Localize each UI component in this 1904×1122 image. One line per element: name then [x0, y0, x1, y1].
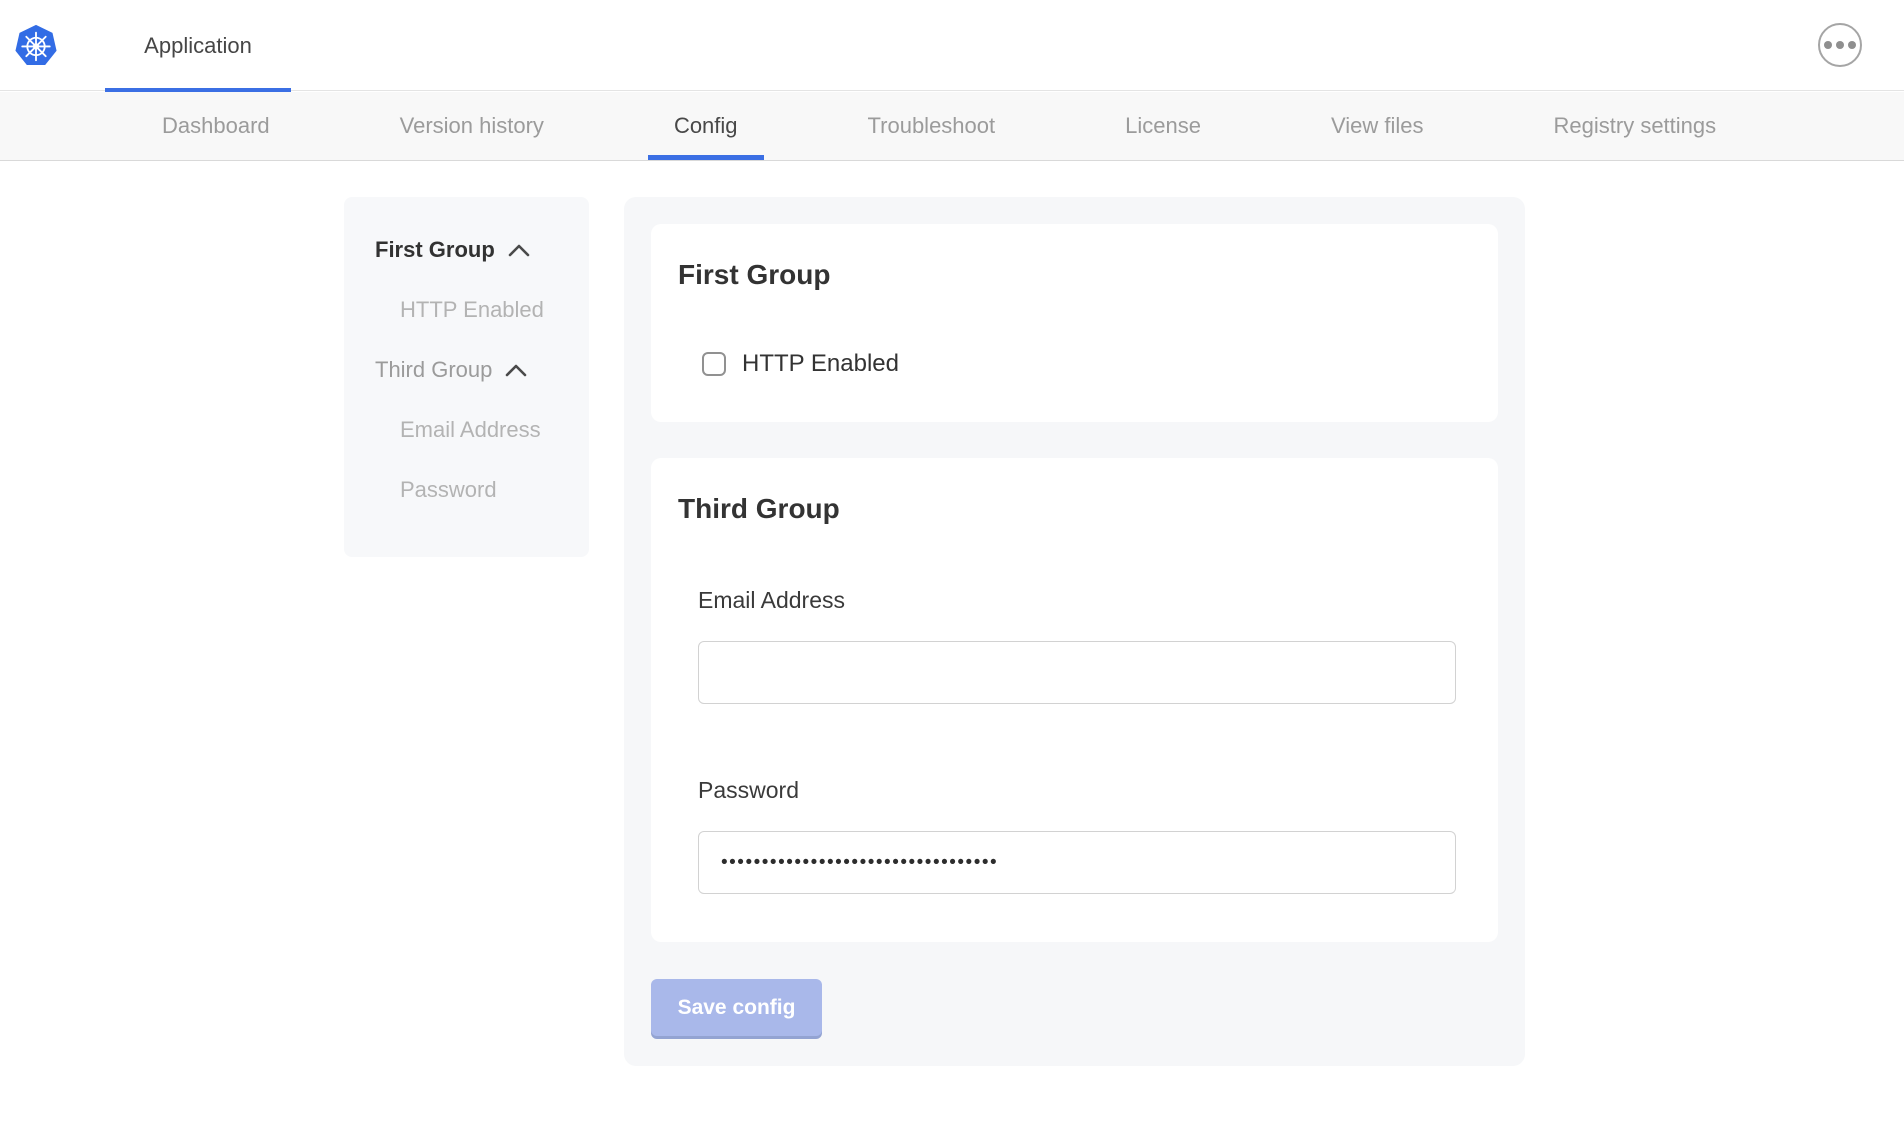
- password-input[interactable]: [698, 831, 1456, 894]
- password-label: Password: [698, 777, 1498, 803]
- config-nav-sidebar: First Group HTTP Enabled Third Group Ema…: [344, 197, 589, 557]
- config-nav-group-label: First Group: [375, 237, 495, 263]
- tab-registry-settings[interactable]: Registry settings: [1554, 92, 1717, 160]
- config-group-card-third: Third Group Email Address Password: [651, 458, 1498, 942]
- config-nav-item-http-enabled[interactable]: HTTP Enabled: [344, 280, 589, 340]
- http-enabled-row: HTTP Enabled: [702, 350, 1498, 378]
- config-group-card-first: First Group HTTP Enabled: [651, 224, 1498, 422]
- tab-view-files[interactable]: View files: [1331, 92, 1424, 160]
- config-nav-item-password[interactable]: Password: [344, 460, 589, 520]
- ellipsis-icon: [1824, 41, 1832, 49]
- overflow-menu-button[interactable]: [1818, 23, 1862, 67]
- ellipsis-icon: [1848, 41, 1856, 49]
- save-config-button[interactable]: Save config: [651, 979, 822, 1036]
- kubernetes-logo-icon: [14, 22, 58, 70]
- http-enabled-label: HTTP Enabled: [742, 350, 899, 378]
- section-tabs: Dashboard Version history Config Trouble…: [0, 92, 1904, 161]
- tab-config[interactable]: Config: [674, 92, 738, 160]
- app-header: Application: [0, 0, 1904, 91]
- chevron-up-icon: [505, 364, 527, 377]
- config-nav-group-first[interactable]: First Group: [344, 220, 589, 280]
- email-address-label: Email Address: [698, 587, 1498, 613]
- config-nav-item-email-address[interactable]: Email Address: [344, 400, 589, 460]
- email-address-input[interactable]: [698, 641, 1456, 704]
- group-title: First Group: [651, 224, 1498, 290]
- tab-license[interactable]: License: [1125, 92, 1201, 160]
- tab-dashboard[interactable]: Dashboard: [162, 92, 270, 160]
- admin-console-page: Application Dashboard Version history Co…: [0, 0, 1904, 1122]
- ellipsis-icon: [1836, 41, 1844, 49]
- config-panel: First Group HTTP Enabled Third Group Ema…: [624, 197, 1525, 1066]
- config-page-body: First Group HTTP Enabled Third Group Ema…: [0, 161, 1904, 1122]
- tab-version-history[interactable]: Version history: [400, 92, 544, 160]
- app-tab-application[interactable]: Application: [105, 0, 291, 91]
- group-title: Third Group: [651, 458, 1498, 524]
- config-nav-group-third[interactable]: Third Group: [344, 340, 589, 400]
- tab-troubleshoot[interactable]: Troubleshoot: [868, 92, 996, 160]
- chevron-up-icon: [508, 244, 530, 257]
- http-enabled-checkbox[interactable]: [702, 352, 726, 376]
- config-nav-group-label: Third Group: [375, 357, 492, 383]
